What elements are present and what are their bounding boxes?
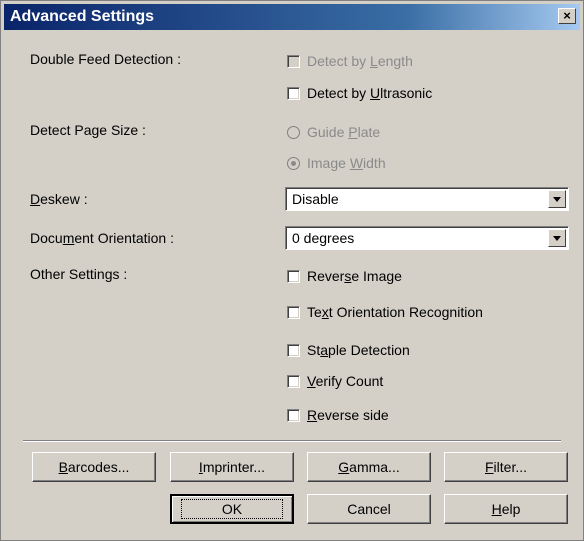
double-feed-label: Double Feed Detection : xyxy=(30,51,181,67)
close-icon[interactable]: × xyxy=(558,8,576,24)
orientation-dropdown[interactable]: 0 degrees xyxy=(285,226,569,250)
guide-plate-label: Guide Plate xyxy=(307,124,381,140)
reverse-side-checkbox[interactable]: Reverse side xyxy=(287,405,389,425)
reverse-image-label: Reverse Image xyxy=(307,268,402,284)
deskew-value: Disable xyxy=(292,191,339,207)
deskew-dropdown[interactable]: Disable xyxy=(285,187,569,211)
help-button[interactable]: Help xyxy=(444,494,568,524)
radio-selected-dot xyxy=(291,160,296,166)
cancel-button[interactable]: Cancel xyxy=(307,494,431,524)
other-settings-label: Other Settings : xyxy=(30,266,128,282)
detect-by-ultrasonic-checkbox[interactable]: Detect by Ultrasonic xyxy=(287,83,432,103)
staple-detection-label: Staple Detection xyxy=(307,342,410,358)
checkbox-box xyxy=(287,374,300,388)
radio-circle xyxy=(287,156,300,170)
detect-by-ultrasonic-label: Detect by Ultrasonic xyxy=(307,85,433,101)
guide-plate-radio[interactable]: Guide Plate xyxy=(287,122,380,142)
barcodes-button[interactable]: Barcodes... xyxy=(32,452,156,482)
orientation-value: 0 degrees xyxy=(292,230,355,246)
title-bar[interactable]: Advanced Settings × xyxy=(4,4,580,30)
checkbox-box xyxy=(287,269,300,283)
orientation-label: Document Orientation : xyxy=(30,230,174,246)
image-width-label: Image Width xyxy=(307,155,386,171)
reverse-image-checkbox[interactable]: Reverse Image xyxy=(287,266,402,286)
detect-by-length-label: Detect by Length xyxy=(307,53,413,69)
dialog-title: Advanced Settings xyxy=(10,8,155,25)
text-orientation-recognition-label: Text Orientation Recognition xyxy=(307,304,483,320)
advanced-settings-dialog: Advanced Settings × Double Feed Detectio… xyxy=(0,0,584,541)
checkbox-box xyxy=(287,305,300,319)
detect-by-length-checkbox[interactable]: Detect by Length xyxy=(287,51,413,71)
checkbox-box xyxy=(287,86,300,100)
imprinter-button[interactable]: Imprinter... xyxy=(170,452,294,482)
reverse-side-label: Reverse side xyxy=(307,407,389,423)
staple-detection-checkbox[interactable]: Staple Detection xyxy=(287,340,410,360)
filter-button[interactable]: Filter... xyxy=(444,452,568,482)
checkbox-box xyxy=(287,343,300,357)
chevron-down-icon[interactable] xyxy=(548,190,566,208)
radio-circle xyxy=(287,125,300,139)
checkbox-box xyxy=(287,54,300,68)
gamma-button[interactable]: Gamma... xyxy=(307,452,431,482)
image-width-radio[interactable]: Image Width xyxy=(287,153,386,173)
page-size-label: Detect Page Size : xyxy=(30,122,146,138)
chevron-down-icon[interactable] xyxy=(548,229,566,247)
deskew-label: Deskew : xyxy=(30,191,88,207)
verify-count-checkbox[interactable]: Verify Count xyxy=(287,371,383,391)
checkbox-box xyxy=(287,408,300,422)
ok-button[interactable]: OK xyxy=(170,494,294,524)
verify-count-label: Verify Count xyxy=(307,373,384,389)
separator xyxy=(23,440,561,442)
text-orientation-recognition-checkbox[interactable]: Text Orientation Recognition xyxy=(287,302,483,322)
